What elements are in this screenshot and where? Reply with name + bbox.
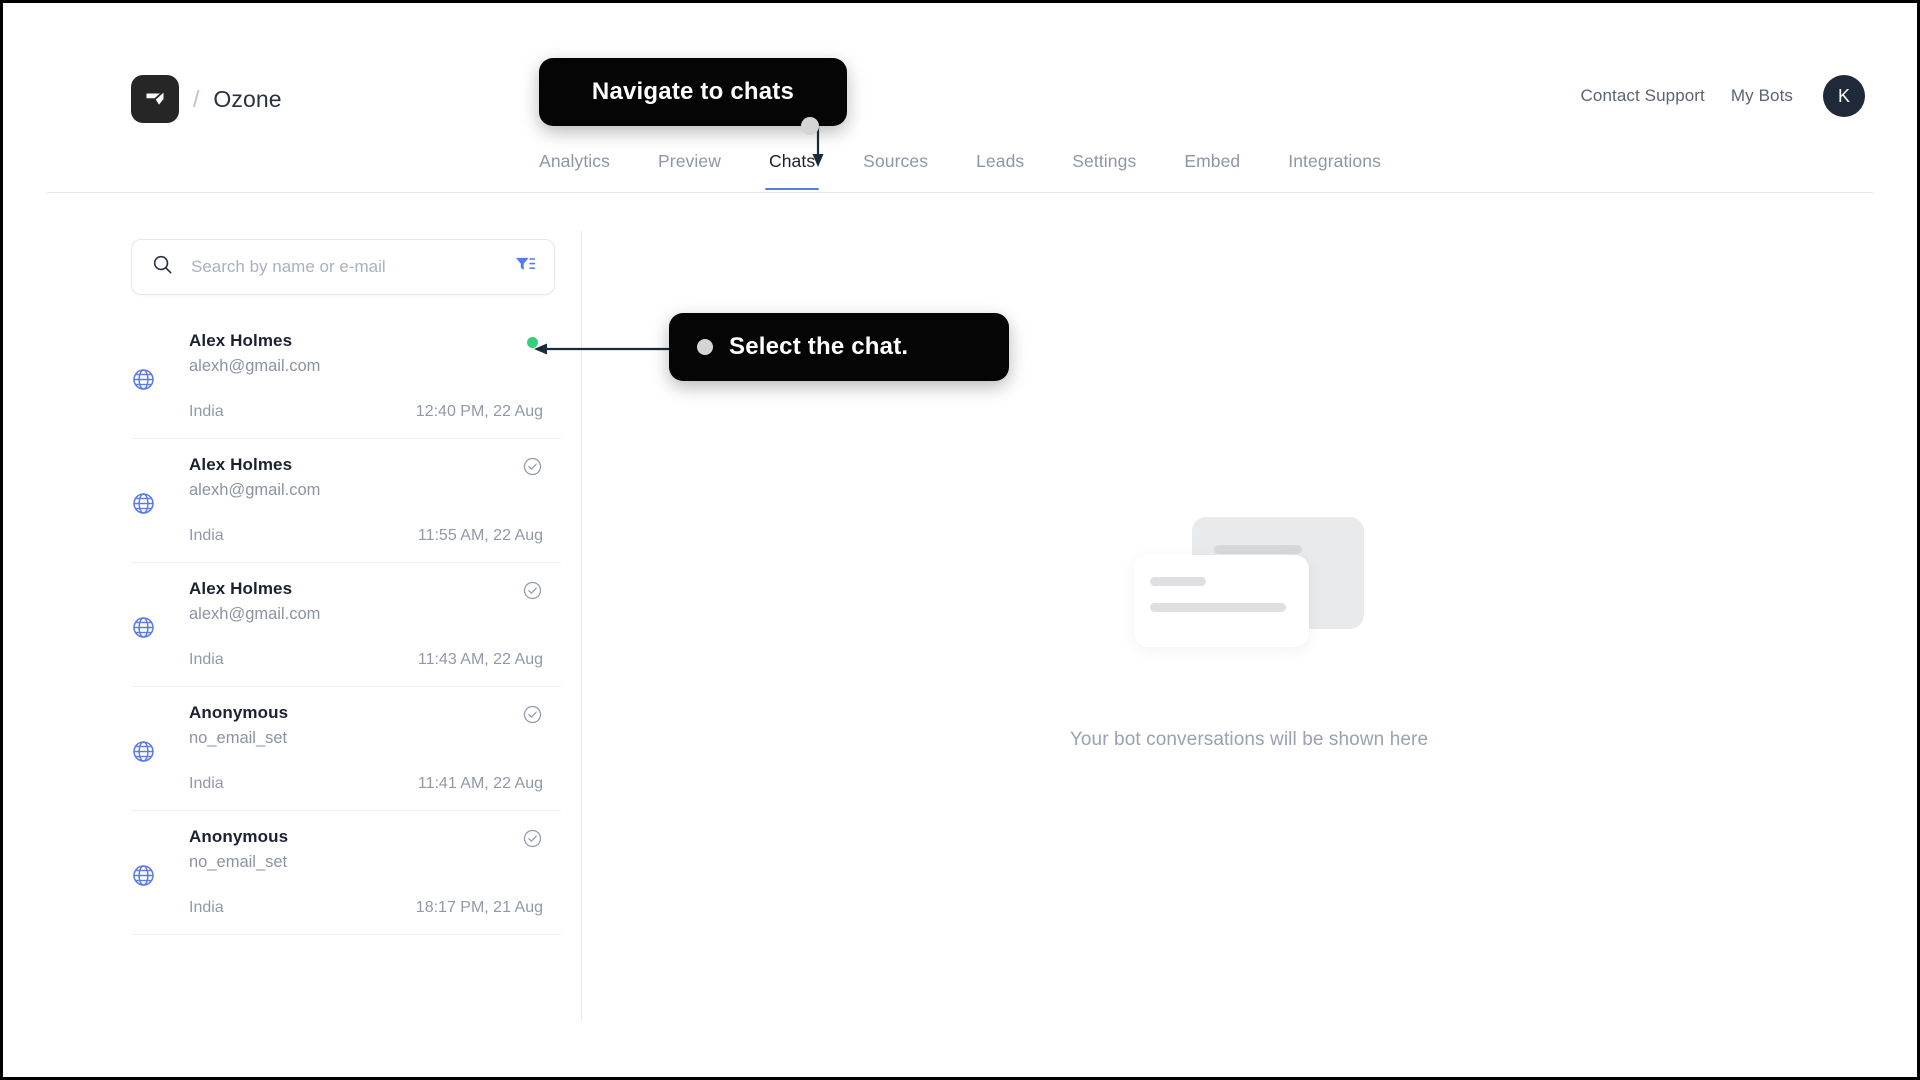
list-item-country: India — [189, 651, 224, 668]
list-item-time: 11:55 AM, 22 Aug — [417, 527, 543, 544]
list-item-email: alexh@gmail.com — [189, 481, 321, 499]
status-badge — [521, 455, 543, 477]
main-tabs: Analytics Preview Chats Sources Leads Se… — [3, 151, 1917, 190]
chat-list-panel: Alex Holmes alexh@gmail.com India 12:40 … — [131, 239, 561, 935]
search-icon — [152, 254, 173, 280]
header-actions: Contact Support My Bots K — [1581, 75, 1865, 117]
filter-icon[interactable] — [514, 255, 536, 280]
list-item-email: alexh@gmail.com — [189, 357, 321, 375]
search-bar[interactable] — [131, 239, 555, 295]
status-badge — [521, 331, 543, 353]
tab-sources[interactable]: Sources — [839, 151, 952, 190]
contact-support-link[interactable]: Contact Support — [1581, 86, 1705, 106]
app-window: / Ozone Contact Support My Bots K Analyt… — [0, 0, 1920, 1080]
list-item-time: 11:41 AM, 22 Aug — [417, 775, 543, 792]
breadcrumb-bot-name: Ozone — [213, 85, 282, 112]
list-item-name: Anonymous — [189, 703, 289, 722]
list-item-time: 12:40 PM, 22 Aug — [415, 403, 543, 420]
globe-icon — [131, 491, 156, 521]
chat-list: Alex Holmes alexh@gmail.com India 12:40 … — [131, 315, 561, 935]
callout-text: Navigate to chats — [591, 78, 795, 105]
list-item[interactable]: Alex Holmes alexh@gmail.com India 11:43 … — [131, 563, 561, 687]
list-item-name: Anonymous — [189, 827, 289, 846]
tab-preview[interactable]: Preview — [634, 151, 745, 190]
search-input[interactable] — [191, 257, 514, 277]
globe-icon — [131, 367, 156, 397]
globe-icon — [131, 863, 156, 893]
check-circle-icon — [523, 581, 541, 599]
illustration-line — [1214, 545, 1302, 554]
list-item-name: Alex Holmes — [189, 455, 293, 474]
list-item-country: India — [189, 775, 224, 792]
tab-settings[interactable]: Settings — [1048, 151, 1160, 190]
tab-leads[interactable]: Leads — [952, 151, 1048, 190]
list-item[interactable]: Alex Holmes alexh@gmail.com India 12:40 … — [131, 315, 561, 439]
breadcrumb-separator: / — [193, 85, 200, 112]
list-item-country: India — [189, 403, 224, 420]
green-dot-icon — [526, 336, 538, 348]
list-item-country: India — [189, 899, 224, 916]
check-circle-icon — [523, 829, 541, 847]
globe-icon — [131, 739, 156, 769]
header-divider — [47, 192, 1873, 193]
tab-chats[interactable]: Chats — [745, 151, 839, 190]
globe-icon — [131, 615, 156, 645]
avatar[interactable]: K — [1823, 75, 1865, 117]
status-badge — [521, 703, 543, 725]
illustration-line — [1150, 577, 1206, 586]
illustration-card-front — [1134, 555, 1309, 647]
callout-navigate-to-chats: Navigate to chats — [539, 58, 847, 135]
list-item-country: India — [189, 527, 224, 544]
list-item-name: Alex Holmes — [189, 579, 293, 598]
tab-analytics[interactable]: Analytics — [515, 151, 634, 190]
list-item-email: alexh@gmail.com — [189, 605, 321, 623]
callout-nub — [801, 117, 819, 135]
check-circle-icon — [523, 457, 541, 475]
list-item-email: no_email_set — [189, 853, 288, 871]
illustration-line — [1150, 603, 1286, 612]
list-item-email: no_email_set — [189, 729, 288, 747]
list-item[interactable]: Anonymous no_email_set India 11:41 AM, 2… — [131, 687, 561, 811]
stacked-cards-illustration — [1134, 517, 1364, 677]
list-item-time: 11:43 AM, 22 Aug — [417, 651, 543, 668]
callout-nub — [697, 339, 713, 355]
tab-integrations[interactable]: Integrations — [1264, 151, 1405, 190]
my-bots-link[interactable]: My Bots — [1731, 86, 1793, 106]
empty-state-text: Your bot conversations will be shown her… — [1069, 729, 1429, 750]
list-item[interactable]: Anonymous no_email_set India 18:17 PM, 2… — [131, 811, 561, 935]
tab-embed[interactable]: Embed — [1160, 151, 1264, 190]
list-item[interactable]: Alex Holmes alexh@gmail.com India 11:55 … — [131, 439, 561, 563]
callout-text: Select the chat. — [729, 333, 909, 360]
breadcrumb: / Ozone — [131, 75, 282, 123]
list-item-name: Alex Holmes — [189, 331, 293, 350]
status-badge — [521, 827, 543, 849]
check-circle-icon — [523, 705, 541, 723]
callout-select-the-chat: Select the chat. — [669, 313, 1009, 381]
list-item-time: 18:17 PM, 21 Aug — [415, 899, 543, 916]
status-badge — [521, 579, 543, 601]
app-header: / Ozone Contact Support My Bots K Analyt… — [3, 3, 1917, 193]
ozone-logo-icon[interactable] — [131, 75, 179, 123]
